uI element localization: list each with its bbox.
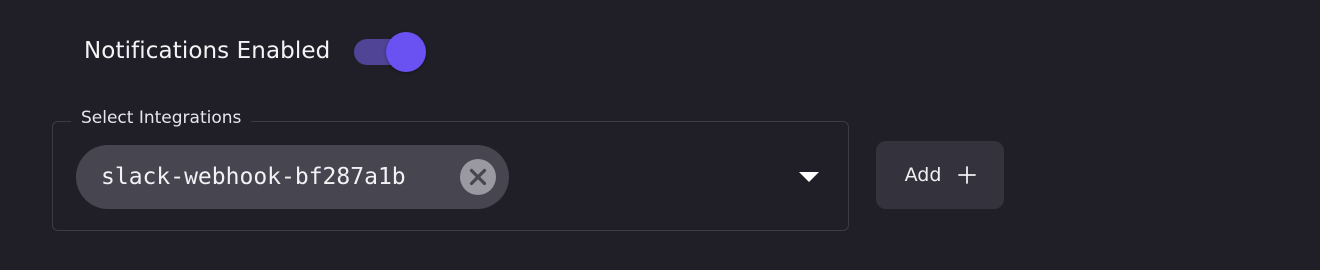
add-integration-button[interactable]: Add [876,141,1004,209]
chip-remove-icon[interactable] [460,159,496,195]
integration-chip-label: slack-webhook-bf287a1b [101,164,406,190]
notifications-toggle-label: Notifications Enabled [84,38,331,64]
add-button-label: Add [904,164,942,186]
plus-icon [957,165,977,185]
notifications-toggle-switch[interactable] [352,30,428,72]
select-integrations-field[interactable]: Select Integrations slack-webhook-bf287a… [52,108,849,231]
integration-chip: slack-webhook-bf287a1b [76,145,509,209]
notifications-toggle-row: Notifications Enabled [84,28,428,74]
integration-settings-panel: Notifications Enabled Select Integration… [0,0,1320,270]
select-integrations-label: Select Integrations [71,108,252,128]
chevron-down-icon[interactable] [798,170,820,184]
toggle-thumb[interactable] [386,32,427,72]
